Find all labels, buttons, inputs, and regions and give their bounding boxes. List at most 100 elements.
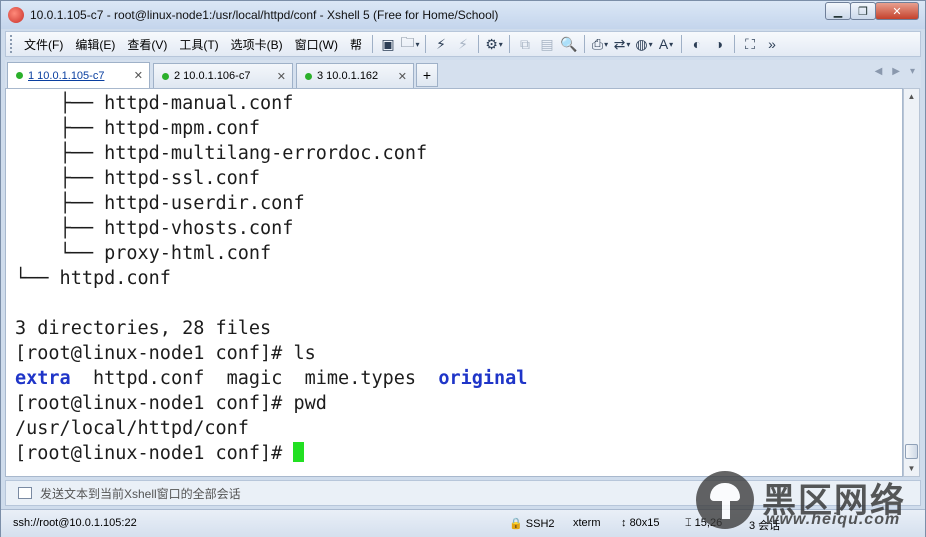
- file-name[interactable]: magic: [227, 368, 283, 389]
- tab-session-1[interactable]: 1 10.0.1.105-c7 ✕: [7, 62, 150, 88]
- status-size: ↕ 80x15: [621, 517, 660, 529]
- file-name[interactable]: httpd.conf: [93, 368, 204, 389]
- terminal-cursor: [293, 442, 305, 462]
- terminal-line: [root@linux-node1 conf]# pwd: [15, 393, 327, 414]
- tab-prev-icon[interactable]: ◀: [875, 66, 883, 77]
- scroll-down-icon[interactable]: ▼: [904, 461, 919, 476]
- new-tab-button[interactable]: +: [416, 63, 438, 87]
- status-sessions: 3 会话: [749, 520, 781, 532]
- tab-label: 1 10.0.1.105-c7: [28, 69, 105, 82]
- status-term-type: xterm: [573, 517, 601, 529]
- status-position: ⌶ 15,26: [685, 517, 722, 530]
- connected-status-icon: [16, 72, 23, 79]
- new-session-icon[interactable]: ▣: [377, 34, 399, 54]
- fullscreen-icon[interactable]: ⛶: [739, 34, 761, 54]
- tab-session-2[interactable]: 2 10.0.1.106-c7 ✕: [153, 63, 293, 88]
- compose-checkbox-icon[interactable]: [18, 487, 32, 499]
- file-name[interactable]: mime.types: [305, 368, 416, 389]
- menu-tools[interactable]: 工具(T): [173, 36, 224, 53]
- xshell-window: 10.0.1.105-c7 - root@linux-node1:/usr/lo…: [0, 0, 926, 537]
- xshell-logo-icon: [8, 7, 24, 23]
- directory-name[interactable]: original: [438, 368, 527, 389]
- toolbar-separator: [478, 35, 479, 53]
- lock-icon: 🔒: [509, 518, 523, 530]
- tab-session-3[interactable]: 3 10.0.1.162 ✕: [296, 63, 414, 88]
- menu-window[interactable]: 窗口(W): [289, 36, 344, 53]
- toolbar-separator: [734, 35, 735, 53]
- tab-next-icon[interactable]: ▶: [892, 66, 900, 77]
- connected-status-icon: [305, 72, 312, 80]
- open-folder-icon[interactable]: 🗀: [399, 34, 421, 54]
- font-icon[interactable]: A: [655, 34, 677, 54]
- menu-view[interactable]: 查看(V): [121, 36, 173, 53]
- paste-icon[interactable]: ▤: [536, 34, 558, 54]
- terminal-line: └── proxy-html.conf: [15, 243, 272, 264]
- close-button[interactable]: ✕: [875, 2, 919, 20]
- tab-list-icon[interactable]: ▾: [910, 66, 915, 77]
- position-label: 15,26: [694, 517, 723, 529]
- scrollbar-thumb[interactable]: [905, 444, 918, 459]
- tab-navigation: ◀ ▶ ▾: [875, 66, 915, 77]
- properties-icon[interactable]: ⚙: [483, 34, 505, 54]
- toolbar-separator: [681, 35, 682, 53]
- status-connection: ssh://root@10.0.1.105:22: [13, 517, 137, 529]
- terminal-line: 3 directories, 28 files: [15, 318, 272, 339]
- window-title: 10.0.1.105-c7 - root@linux-node1:/usr/lo…: [30, 8, 499, 22]
- toolbar-separator: [584, 35, 585, 53]
- terminal-prompt-line: [root@linux-node1 conf]#: [15, 441, 305, 466]
- resize-icon: ↕: [621, 517, 627, 529]
- tab-label: 2 10.0.1.106-c7: [174, 70, 251, 82]
- size-label: 80x15: [629, 517, 660, 529]
- title-bar[interactable]: 10.0.1.105-c7 - root@linux-node1:/usr/lo…: [1, 1, 925, 29]
- compose-bar[interactable]: 发送文本到当前Xshell窗口的全部会话: [5, 480, 921, 506]
- terminal-line: ├── httpd-ssl.conf: [15, 168, 261, 189]
- transfer-icon[interactable]: ⇄: [611, 34, 633, 54]
- terminal-line: ├── httpd-userdir.conf: [15, 193, 305, 214]
- terminal-view[interactable]: ├── httpd-manual.conf ├── httpd-mpm.conf…: [5, 88, 903, 477]
- protocol-label: SSH2: [525, 518, 555, 530]
- prompt-text: [root@linux-node1 conf]#: [15, 443, 294, 464]
- terminal-line: [root@linux-node1 conf]# ls: [15, 343, 316, 364]
- globe-icon[interactable]: ◍: [633, 34, 655, 54]
- print-icon[interactable]: ⎙: [589, 34, 611, 54]
- terminal-line: ├── httpd-manual.conf: [15, 93, 294, 114]
- xftp-icon[interactable]: ◐: [686, 34, 708, 54]
- xmanager-icon[interactable]: ◑: [708, 34, 730, 54]
- minimize-button[interactable]: ▁: [825, 2, 851, 20]
- session-tab-bar: 1 10.0.1.105-c7 ✕ 2 10.0.1.106-c7 ✕ 3 10…: [5, 60, 921, 88]
- scroll-up-icon[interactable]: ▲: [904, 89, 919, 104]
- toolbar-separator: [425, 35, 426, 53]
- maximize-button[interactable]: ❐: [850, 2, 876, 20]
- terminal-line: └── httpd.conf: [15, 268, 171, 289]
- toolbar-grip[interactable]: [10, 35, 14, 53]
- close-tab-icon[interactable]: ✕: [134, 69, 143, 82]
- window-controls: ▁ ❐ ✕: [825, 2, 919, 20]
- connected-status-icon: [162, 72, 169, 80]
- toolbar-separator: [372, 35, 373, 53]
- terminal-line: ├── httpd-multilang-errordoc.conf: [15, 143, 428, 164]
- status-bar: ssh://root@10.0.1.105:22 🔒 SSH2 xterm ↕ …: [1, 509, 925, 537]
- terminal-line: ├── httpd-mpm.conf: [15, 118, 261, 139]
- directory-name[interactable]: extra: [15, 368, 71, 389]
- menu-toolbar: 文件(F) 编辑(E) 查看(V) 工具(T) 选项卡(B) 窗口(W) 帮 ▣…: [5, 31, 921, 57]
- terminal-ls-output: extra httpd.conf magic mime.types origin…: [15, 366, 527, 391]
- close-tab-icon[interactable]: ✕: [398, 70, 407, 83]
- reconnect-icon[interactable]: ⚡: [430, 34, 452, 54]
- cursor-pos-icon: ⌶: [685, 517, 692, 529]
- toolbar-overflow-icon[interactable]: »: [761, 34, 783, 54]
- terminal-line: /usr/local/httpd/conf: [15, 418, 249, 439]
- compose-bar-text: 发送文本到当前Xshell窗口的全部会话: [40, 486, 241, 501]
- menu-edit[interactable]: 编辑(E): [69, 36, 121, 53]
- status-protocol: 🔒 SSH2: [509, 517, 555, 530]
- copy-icon[interactable]: ⧉: [514, 34, 536, 54]
- close-tab-icon[interactable]: ✕: [277, 70, 286, 83]
- find-icon[interactable]: 🔍: [558, 34, 580, 54]
- disconnect-icon[interactable]: ⚡: [452, 34, 474, 54]
- toolbar-separator: [509, 35, 510, 53]
- tab-label: 3 10.0.1.162: [317, 70, 379, 82]
- terminal-scrollbar[interactable]: ▲ ▼: [903, 88, 920, 477]
- terminal-line: ├── httpd-vhosts.conf: [15, 218, 294, 239]
- menu-file[interactable]: 文件(F): [18, 36, 69, 53]
- menu-help[interactable]: 帮: [344, 36, 368, 53]
- menu-tabs[interactable]: 选项卡(B): [225, 36, 289, 53]
